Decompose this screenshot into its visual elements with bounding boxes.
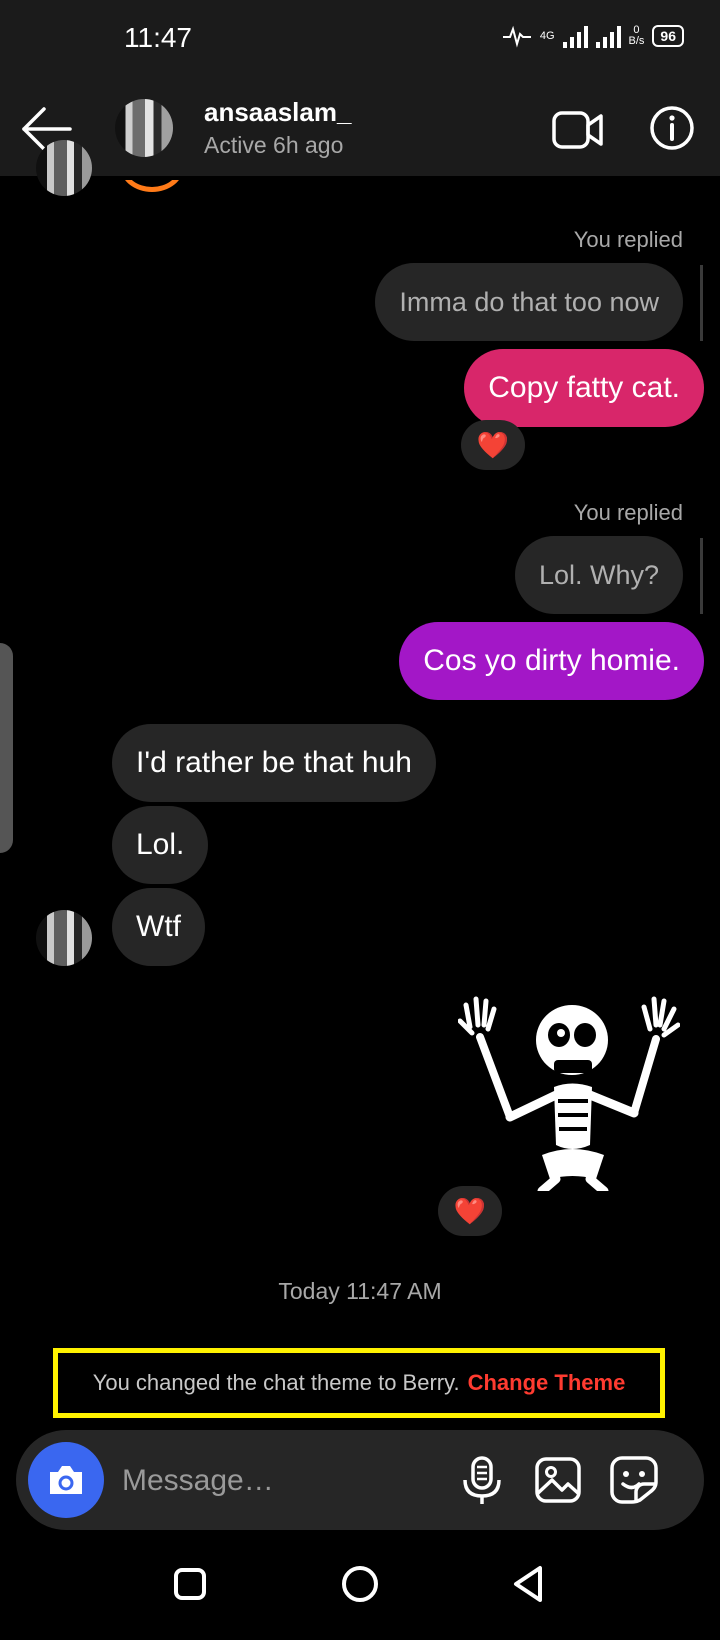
heart-reaction[interactable]: ❤️ (461, 420, 525, 470)
heart-icon: ❤️ (476, 429, 510, 460)
received-message[interactable]: Wtf (112, 888, 205, 966)
back-icon[interactable] (504, 1558, 556, 1610)
skeleton-sticker[interactable] (458, 995, 680, 1191)
microphone-icon[interactable] (456, 1454, 508, 1506)
sent-message[interactable]: Copy fatty cat. (464, 349, 704, 427)
quoted-message[interactable]: Imma do that too now (375, 263, 683, 341)
camera-button[interactable] (28, 1442, 104, 1518)
activity-icon (502, 25, 531, 48)
message-composer (16, 1430, 704, 1530)
received-message[interactable]: Lol. (112, 806, 209, 884)
avatar[interactable] (115, 99, 173, 157)
edge-panel-handle[interactable] (0, 643, 13, 853)
theme-notice-text: You changed the chat theme to Berry. (92, 1370, 460, 1395)
status-icons: 4G 0 B/s 96 (502, 24, 684, 48)
home-icon[interactable] (334, 1558, 386, 1610)
status-bar: 11:47 4G 0 B/s 96 (0, 0, 720, 82)
change-theme-link[interactable]: Change Theme (468, 1370, 626, 1396)
status-time: 11:47 (124, 22, 192, 53)
video-call-icon[interactable] (552, 104, 604, 156)
chat-header: ansaaslam_ Active 6h ago (0, 82, 720, 176)
theme-change-notice: You changed the chat theme to Berry. Cha… (53, 1348, 665, 1418)
heart-icon: ❤️ (453, 1195, 487, 1226)
data-rate: 0 B/s (629, 25, 645, 47)
recent-apps-icon[interactable] (164, 1558, 216, 1610)
quote-bar (700, 538, 703, 614)
battery-icon: 96 (652, 25, 684, 47)
quoted-message[interactable]: Lol. Why? (514, 536, 683, 614)
camera-icon (50, 1466, 82, 1494)
message-timestamp: Today 11:47 AM (278, 1278, 442, 1304)
data-rate-unit: B/s (628, 35, 645, 47)
active-status: Active 6h ago (204, 132, 344, 158)
quote-bar (700, 265, 703, 341)
reply-label: You replied (573, 227, 683, 252)
reply-label: You replied (573, 500, 683, 525)
heart-reaction[interactable]: ❤️ (438, 1186, 502, 1236)
signal-2-icon (595, 24, 621, 48)
system-nav-bar (0, 1530, 720, 1640)
network-type: 4G (539, 29, 555, 42)
gallery-icon[interactable] (532, 1454, 584, 1506)
signal-icon (562, 24, 588, 48)
received-message[interactable]: I'd rather be that huh (112, 724, 436, 802)
sender-avatar[interactable] (36, 910, 92, 966)
chat-username[interactable]: ansaaslam_ (204, 97, 351, 128)
sent-message[interactable]: Cos yo dirty homie. (399, 622, 704, 700)
info-icon[interactable] (648, 104, 696, 152)
avatar-partial (36, 140, 92, 196)
sticker-icon[interactable] (608, 1454, 660, 1506)
message-input[interactable] (120, 1452, 424, 1510)
